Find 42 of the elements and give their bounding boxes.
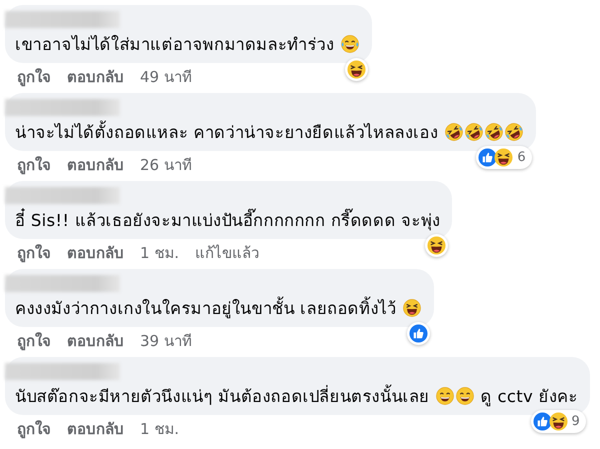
crying-laughing-face-icon <box>340 35 359 53</box>
haha-reaction-icon <box>427 236 446 255</box>
timestamp: 1 ชม. <box>140 419 180 439</box>
reply-link[interactable]: ตอบกลับ <box>67 243 124 263</box>
grinning-face-icon <box>436 387 454 405</box>
like-link[interactable]: ถูกใจ <box>17 67 51 87</box>
haha-reaction-icon <box>548 412 568 431</box>
reply-link[interactable]: ตอบกลับ <box>67 419 124 439</box>
grinning-face-icon <box>456 387 474 405</box>
reaction-count: 9 <box>570 412 581 430</box>
reaction-count: 6 <box>516 148 527 166</box>
like-link[interactable]: ถูกใจ <box>17 419 51 439</box>
reply-link[interactable]: ตอบกลับ <box>67 67 124 87</box>
haha-reaction-icon <box>346 60 366 79</box>
like-link[interactable]: ถูกใจ <box>17 155 51 175</box>
comment-text: คงงงมังว่ากางเกงในใครมาอยู่ในขาชั้น เลยถอดทิ้งไว้ <box>15 299 396 318</box>
crying-laughing-face-icon <box>484 123 503 141</box>
comment-text: น่าจะไม่ได้ตั้งถอดแหละ คาดว่าน่าจะยางยืดแล้วไหลลงเอง <box>15 123 438 142</box>
timestamp: 26 นาที <box>140 155 192 175</box>
reaction-badge[interactable] <box>344 58 368 81</box>
crying-laughing-face-icon <box>464 123 483 141</box>
comment-text: เขาอาจไม่ได้ใส่มาแต่อาจพกมาดมละทำร่วง <box>15 35 334 54</box>
reply-link[interactable]: ตอบกลับ <box>67 331 124 351</box>
timestamp: 39 นาที <box>140 331 192 351</box>
timestamp: 1 ชม. <box>140 243 180 263</box>
comment-text: ดู cctv ยังคะ <box>480 387 578 406</box>
like-reaction-icon <box>532 412 552 431</box>
like-reaction-icon <box>478 148 498 167</box>
crying-laughing-face-icon <box>504 123 523 141</box>
reaction-badge[interactable]: 9 <box>530 410 586 433</box>
timestamp: 49 นาที <box>140 67 192 87</box>
reaction-badge[interactable]: 6 <box>476 146 532 169</box>
reply-link[interactable]: ตอบกลับ <box>67 155 124 175</box>
edited-label: แก้ไขแล้ว <box>195 243 260 263</box>
like-link[interactable]: ถูกใจ <box>17 243 51 263</box>
like-link[interactable]: ถูกใจ <box>17 331 51 351</box>
reaction-badge[interactable] <box>425 234 448 257</box>
like-reaction-icon <box>408 324 428 343</box>
haha-reaction-icon <box>494 148 514 167</box>
comment-text: นับสต๊อกจะมีหายตัวนึงแน่ๆ มันต้องถอดเปลี่ยนตรงนั้นเลย <box>15 387 430 406</box>
crying-laughing-face-icon <box>444 123 463 141</box>
laughing-face-icon <box>402 299 421 317</box>
